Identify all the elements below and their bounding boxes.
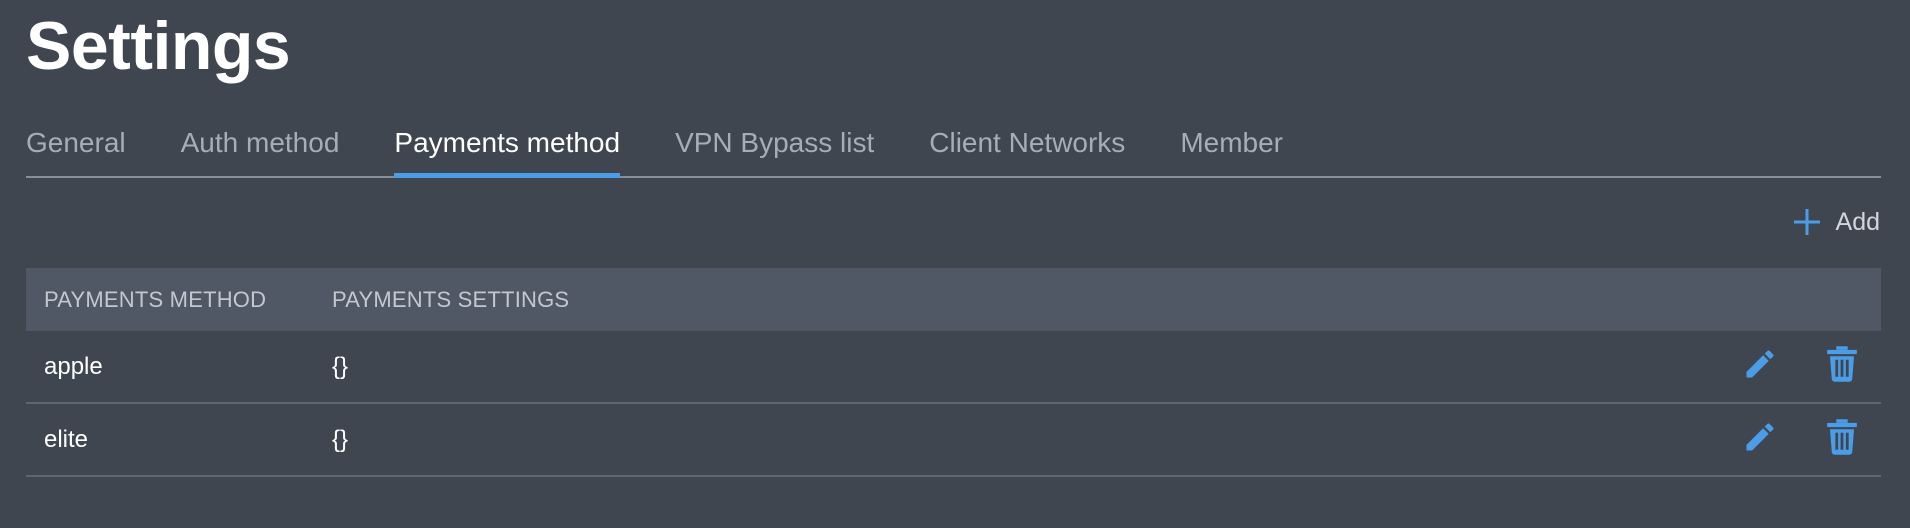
edit-button[interactable] [1741,348,1779,386]
tab-vpn-bypass-list[interactable]: VPN Bypass list [675,118,874,176]
trash-icon [1825,418,1859,461]
edit-button[interactable] [1741,421,1779,459]
add-button[interactable]: Add [1792,202,1880,242]
pencil-icon [1742,346,1778,387]
settings-page: Settings General Auth method Payments me… [0,0,1910,528]
plus-icon [1792,207,1822,237]
column-header-payments-settings: PAYMENTS SETTINGS [332,286,570,312]
page-title: Settings [26,8,291,84]
payment-method-cell: elite [44,425,89,453]
payment-settings-cell: {} [332,352,349,380]
tab-payments-method[interactable]: Payments method [394,118,620,178]
delete-button[interactable] [1823,345,1861,388]
table-row: elite {} [26,404,1881,477]
tab-member[interactable]: Member [1180,118,1283,176]
tab-client-networks[interactable]: Client Networks [929,118,1125,176]
tab-bar: General Auth method Payments method VPN … [26,118,1881,178]
payments-table: PAYMENTS METHOD PAYMENTS SETTINGS apple … [26,268,1881,477]
payment-method-cell: apple [44,352,103,380]
column-header-payments-method: PAYMENTS METHOD [44,286,267,312]
trash-icon [1825,345,1859,388]
pencil-icon [1742,419,1778,460]
add-label: Add [1835,207,1880,236]
row-actions [1701,418,1881,461]
delete-button[interactable] [1823,418,1861,461]
payment-settings-cell: {} [332,425,349,453]
table-row: apple {} [26,331,1881,404]
row-actions [1701,345,1881,388]
tab-auth-method[interactable]: Auth method [181,118,340,176]
tab-general[interactable]: General [26,118,126,176]
table-header: PAYMENTS METHOD PAYMENTS SETTINGS [26,268,1881,331]
